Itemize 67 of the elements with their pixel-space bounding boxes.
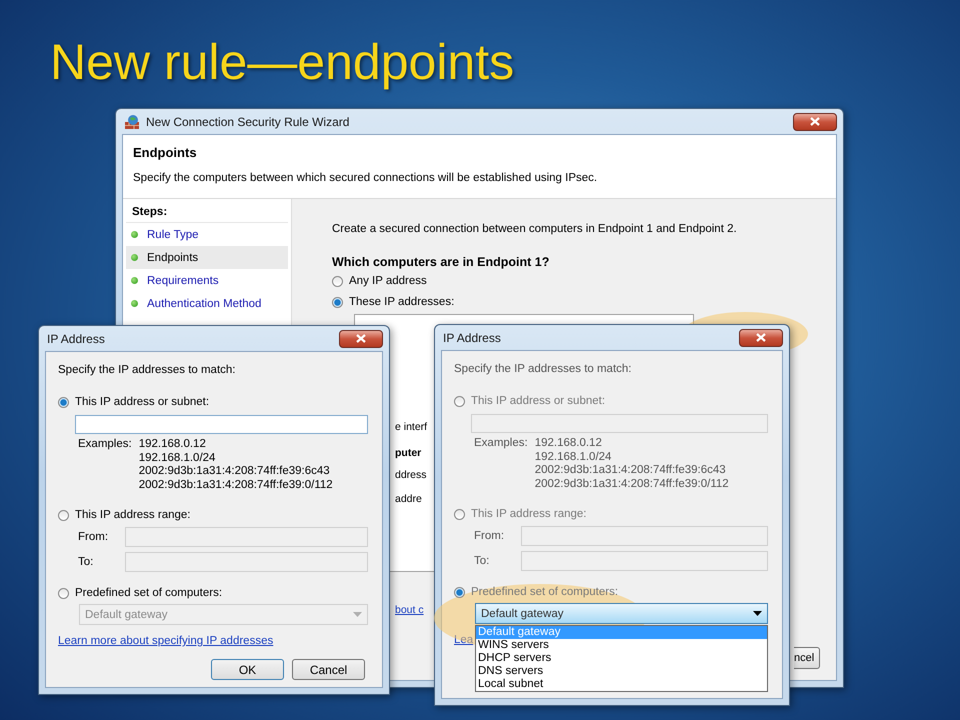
status-dot-icon <box>131 277 138 284</box>
globe-wall-icon <box>124 114 140 130</box>
dialog-prompt: Specify the IP addresses to match: <box>454 363 632 375</box>
radio-label: This IP address range: <box>75 509 190 521</box>
close-icon <box>356 334 366 343</box>
question-heading: Which computers are in Endpoint 1? <box>332 255 550 269</box>
example-address: 192.168.0.12 <box>138 438 207 452</box>
status-dot-icon <box>131 300 138 307</box>
dialog-button[interactable]: OK <box>211 659 284 680</box>
radio-button[interactable] <box>332 296 343 308</box>
status-dot-icon <box>131 231 138 238</box>
close-icon <box>810 117 820 126</box>
label-text: e interf <box>395 421 428 433</box>
radio-button[interactable] <box>58 588 69 598</box>
status-dot-icon <box>131 254 138 261</box>
radio-button[interactable] <box>332 276 343 286</box>
window-title: New Connection Security Rule Wizard <box>146 114 350 128</box>
radio-label: Predefined set of computers: <box>75 587 222 599</box>
radio-label: This IP address or subnet: <box>471 395 606 407</box>
caret-icon <box>353 612 362 617</box>
radio-button[interactable] <box>58 510 69 520</box>
step-item[interactable]: Requirements <box>126 269 288 292</box>
step-item[interactable]: Endpoints <box>126 246 288 269</box>
example-address: 2002:9d3b:1a31:4:208:74ff:fe39:0/112 <box>138 478 333 492</box>
label-text: addre <box>395 493 422 505</box>
input-field[interactable] <box>75 415 368 434</box>
dialog-button[interactable]: Cancel <box>292 659 365 680</box>
example-address: 2002:9d3b:1a31:4:208:74ff:fe39:6c43 <box>534 464 727 478</box>
intro-text: Create a secured connection between computers in Endpoint 1 and Endpoint 2. <box>332 223 738 235</box>
close-icon <box>756 333 766 342</box>
label-text: puter <box>395 447 422 459</box>
radio-label: Any IP address <box>349 275 427 287</box>
caret-icon <box>753 611 762 616</box>
radio-button[interactable] <box>454 508 465 520</box>
examples-label: Examples: <box>78 438 132 452</box>
example-address: 192.168.1.0/24 <box>534 450 612 464</box>
radio-button[interactable] <box>58 396 69 408</box>
radio-button[interactable] <box>454 586 465 598</box>
example-address: 2002:9d3b:1a31:4:208:74ff:fe39:6c43 <box>138 465 331 478</box>
from-label: From: <box>78 531 110 543</box>
to-label: To: <box>474 555 490 567</box>
step-item[interactable]: Rule Type <box>126 223 288 246</box>
page-description: Specify the computers between which secured connections will be established using IPsec. <box>133 172 598 184</box>
close-button[interactable] <box>339 330 383 348</box>
close-button[interactable] <box>739 328 783 346</box>
dialog-prompt: Specify the IP addresses to match: <box>58 364 236 376</box>
steps-label: Steps: <box>126 202 288 223</box>
example-address: 2002:9d3b:1a31:4:208:74ff:fe39:0/112 <box>534 478 729 491</box>
partial-button[interactable]: ncel <box>794 647 820 669</box>
radio-label: This IP address range: <box>471 508 586 520</box>
close-button[interactable] <box>793 112 837 130</box>
radio-label: This IP address or subnet: <box>75 396 210 408</box>
radio-label: These IP addresses: <box>349 296 454 308</box>
slide-title: New rule—endpoints <box>49 33 516 92</box>
from-label: From: <box>474 530 506 542</box>
examples-label: Examples: <box>474 437 528 451</box>
example-address: 192.168.1.0/24 <box>138 452 216 465</box>
dialog-title: IP Address <box>47 332 106 346</box>
label-text: ddress <box>395 469 427 481</box>
example-address: 192.168.0.12 <box>534 437 603 450</box>
help-link[interactable]: Learn more about specifying IP addresses <box>58 635 274 647</box>
help-link[interactable]: bout c <box>395 604 424 616</box>
page-heading: Endpoints <box>133 145 198 160</box>
to-label: To: <box>78 556 94 568</box>
dialog-title: IP Address <box>443 330 502 344</box>
step-item[interactable]: Authentication Method <box>126 292 288 315</box>
radio-label: Predefined set of computers: <box>471 586 618 598</box>
